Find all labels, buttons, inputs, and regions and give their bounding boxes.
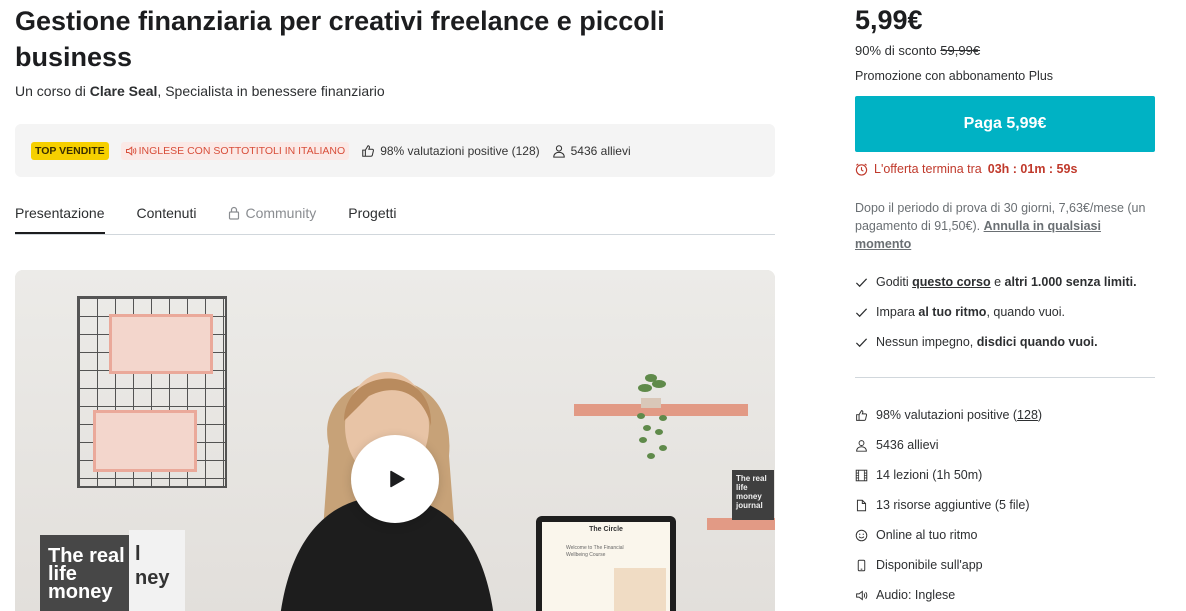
this-course-link[interactable]: questo corso — [912, 275, 991, 289]
promo-text: Promozione con abbonamento Plus — [855, 69, 1054, 83]
perk-item: Impara al tuo ritmo, quando vuoi. — [855, 297, 1155, 327]
file-icon — [856, 499, 867, 511]
feature-self-paced: Online al tuo ritmo — [855, 520, 1155, 550]
language-badge: INGLESE CON SOTTOTITOLI IN ITALIANO — [120, 141, 350, 160]
current-price: 5,99€ — [855, 5, 923, 35]
feature-audio: Audio: Inglese — [855, 580, 1155, 610]
author-title: , Specialista in benessere finanziario — [157, 83, 385, 99]
original-price: 59,99€ — [940, 43, 981, 58]
film-icon — [855, 469, 868, 481]
perk-item: Nessun impegno, disdici quando vuoi. — [855, 327, 1155, 357]
course-tabs: Presentazione Contenuti Community Proget… — [15, 201, 775, 235]
smile-icon — [855, 529, 868, 541]
rating-text: 98% valutazioni positive (128) — [380, 143, 540, 158]
perk-text: , quando vuoi. — [986, 305, 1065, 319]
lock-icon — [229, 206, 240, 220]
language-label: INGLESE CON SOTTOTITOLI IN ITALIANO — [138, 144, 346, 157]
feature-lessons: 14 lezioni (1h 50m) — [855, 460, 1155, 490]
author-name[interactable]: Clare Seal — [90, 83, 158, 99]
speaker-icon — [856, 589, 868, 601]
feature-students: 5436 allievi — [855, 430, 1155, 460]
course-header: Gestione finanziaria per creativi freela… — [15, 0, 775, 235]
tab-progetti[interactable]: Progetti — [348, 201, 396, 234]
discount-info: 90% di sconto 59,99€ — [855, 43, 1155, 58]
students-text: 5436 allievi — [570, 143, 631, 158]
feature-text: Disponibile sull'app — [876, 558, 983, 572]
mobile-icon — [857, 559, 866, 571]
user-icon — [856, 439, 867, 452]
speaker-icon — [125, 145, 136, 156]
feature-text: 14 lezioni (1h 50m) — [876, 468, 983, 482]
discount-percent: 90% di sconto — [855, 43, 937, 58]
tab-community-label: Community — [245, 205, 317, 221]
timer-prefix: L'offerta termina tra — [874, 162, 982, 176]
play-button[interactable] — [351, 435, 439, 523]
course-byline: Un corso di Clare Seal, Specialista in b… — [15, 83, 775, 99]
check-icon — [855, 307, 868, 317]
hanging-plant — [637, 374, 667, 459]
feature-text: Audio: Inglese — [876, 588, 956, 602]
book-cover: l ney — [129, 530, 185, 611]
book-cover: The real life money — [40, 535, 136, 611]
tab-community[interactable]: Community — [228, 201, 316, 234]
top-sales-badge: TOP VENDITE — [31, 141, 109, 160]
subscription-perks: Goditi questo corso e altri 1.000 senza … — [855, 267, 1155, 378]
tablet-text: Welcome to The Financial — [566, 545, 624, 551]
thumbs-up-icon — [362, 144, 375, 157]
feature-text: Online al tuo ritmo — [876, 528, 978, 542]
journal-book: The real life money journal — [732, 470, 774, 520]
tab-contenuti[interactable]: Contenuti — [137, 201, 197, 234]
perk-bold: al tuo ritmo — [918, 305, 987, 319]
trial-info: Dopo il periodo di prova di 30 giorni, 7… — [855, 199, 1155, 253]
feature-resources: 13 risorse aggiuntive (5 file) — [855, 490, 1155, 520]
tablet-screen: The Circle Welcome to The Financial Well… — [542, 522, 670, 611]
pay-button[interactable]: Paga 5,99€ — [855, 96, 1155, 152]
check-icon — [855, 337, 868, 347]
rating-summary: 98% valutazioni positive (128) — [361, 143, 540, 158]
pinned-paper — [109, 314, 213, 374]
tablet-text: Wellbeing Course — [566, 552, 606, 558]
feature-app: Disponibile sull'app — [855, 550, 1155, 580]
feature-text: 13 risorse aggiuntive (5 file) — [876, 498, 1030, 512]
feature-text: 98% valutazioni positive ( — [876, 408, 1018, 422]
alarm-clock-icon — [855, 162, 868, 176]
tablet-illustration — [614, 568, 666, 611]
perk-item: Goditi questo corso e altri 1.000 senza … — [855, 267, 1155, 297]
offer-timer: L'offerta termina tra 03h : 01m : 59s — [855, 162, 1155, 176]
ratings-count-link[interactable]: 128 — [1017, 408, 1038, 422]
tablet: The Circle Welcome to The Financial Well… — [536, 516, 676, 611]
feature-text: ) — [1037, 408, 1043, 422]
feature-text: 5436 allievi — [876, 438, 939, 452]
check-icon — [855, 277, 868, 287]
students-summary: 5436 allievi — [552, 144, 631, 158]
course-title: Gestione finanziaria per creativi freela… — [15, 6, 665, 72]
perk-text: Nessun impegno, — [876, 335, 977, 349]
tab-presentazione[interactable]: Presentazione — [15, 201, 105, 234]
byline-prefix: Un corso di — [15, 83, 86, 99]
perk-text: Impara — [876, 305, 919, 319]
course-features: 98% valutazioni positive (128) 5436 alli… — [855, 400, 1155, 610]
course-preview-video[interactable]: The real life money journal The real lif… — [15, 270, 775, 611]
course-meta-bar: TOP VENDITE INGLESE CON SOTTOTITOLI IN I… — [15, 124, 775, 177]
pinned-paper — [93, 410, 197, 472]
perk-bold: altri 1.000 senza limiti. — [1004, 275, 1137, 289]
user-icon — [552, 144, 565, 158]
timer-value: 03h : 01m : 59s — [987, 162, 1078, 176]
perk-text: e — [990, 275, 1005, 289]
perk-bold: disdici quando vuoi. — [976, 335, 1098, 349]
purchase-panel: 5,99€ 90% di sconto 59,99€ Promozione co… — [855, 0, 1155, 610]
play-icon — [389, 470, 405, 488]
thumbs-up-icon — [856, 409, 868, 421]
tablet-title: The Circle — [589, 526, 623, 533]
perk-text: Goditi — [876, 275, 913, 289]
feature-rating: 98% valutazioni positive (128) — [855, 400, 1155, 430]
